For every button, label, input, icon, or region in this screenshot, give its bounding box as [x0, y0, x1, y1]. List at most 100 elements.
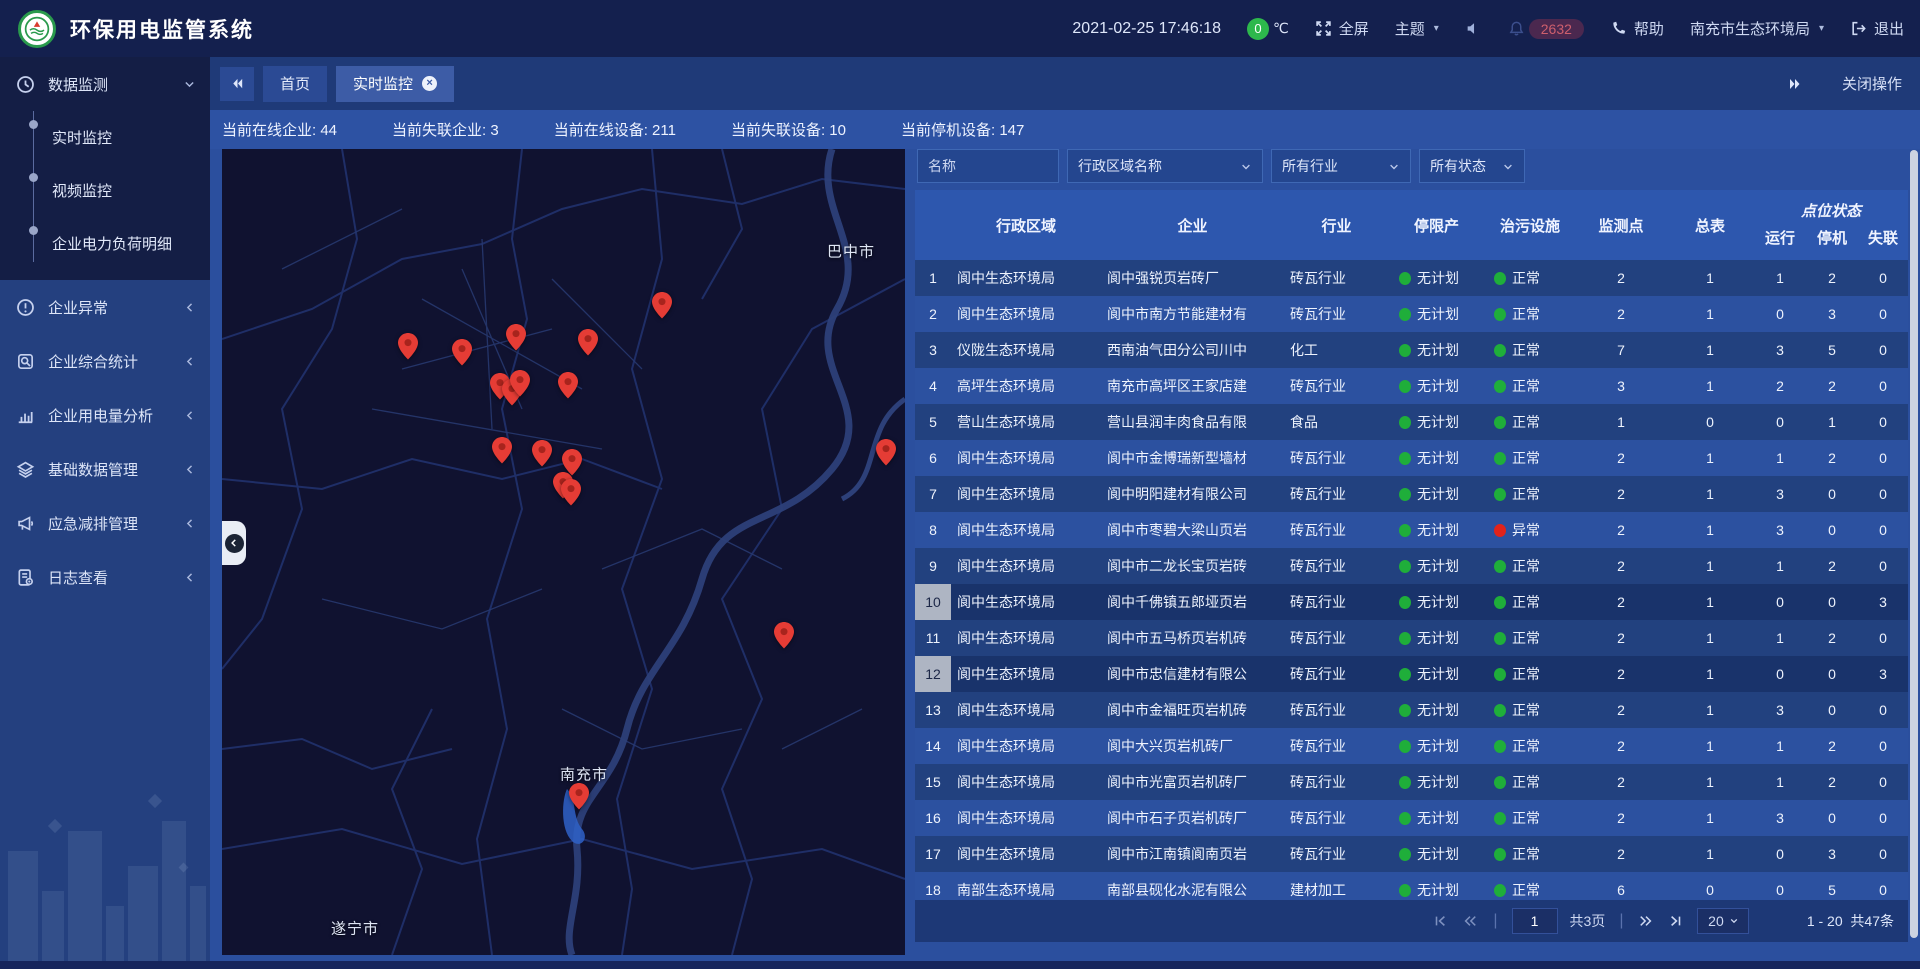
cell-region: 阆中生态环境局	[951, 304, 1101, 324]
cell-points: 2	[1576, 702, 1666, 718]
map-pin[interactable]	[532, 440, 552, 467]
map-pin[interactable]	[492, 437, 512, 464]
cell-limit-status: 无计划	[1389, 304, 1484, 324]
logout-button[interactable]: 退出	[1850, 18, 1904, 39]
sidebar-subitem[interactable]: 实时监控	[0, 111, 210, 164]
region-select[interactable]: 行政区域名称	[1067, 149, 1263, 183]
cell-facility-status: 正常	[1484, 736, 1576, 756]
sidebar-subitem[interactable]: 企业电力负荷明细	[0, 217, 210, 270]
status-dot-green	[1399, 380, 1411, 393]
table-row[interactable]: 8 阆中生态环境局 阆中市枣碧大梁山页岩 砖瓦行业 无计划 异常 2 1 3 0…	[915, 512, 1908, 548]
map-city-label: 巴中市	[827, 241, 875, 262]
table-row[interactable]: 13 阆中生态环境局 阆中市金福旺页岩机砖 砖瓦行业 无计划 正常 2 1 3 …	[915, 692, 1908, 728]
table-row[interactable]: 6 阆中生态环境局 阆中市金博瑞新型墙材 砖瓦行业 无计划 正常 2 1 1 2…	[915, 440, 1908, 476]
cell-meters: 1	[1666, 306, 1754, 322]
cell-meters: 1	[1666, 630, 1754, 646]
table-row[interactable]: 15 阆中生态环境局 阆中市光富页岩机砖厂 砖瓦行业 无计划 正常 2 1 1 …	[915, 764, 1908, 800]
table-row[interactable]: 12 阆中生态环境局 阆中市忠信建材有限公 砖瓦行业 无计划 正常 2 1 0 …	[915, 656, 1908, 692]
filter-bar: 行政区域名称 所有行业 所有状态	[917, 149, 1908, 183]
sidebar-item-company-stats[interactable]: 企业综合统计	[0, 334, 210, 388]
cell-company: 阆中强锐页岩砖厂	[1101, 268, 1284, 288]
table-row[interactable]: 7 阆中生态环境局 阆中明阳建材有限公司 砖瓦行业 无计划 正常 2 1 3 0…	[915, 476, 1908, 512]
sidebar-item-power-analysis[interactable]: 企业用电量分析	[0, 388, 210, 442]
map-pin[interactable]	[506, 324, 526, 351]
table-row[interactable]: 2 阆中生态环境局 阆中市南方节能建材有 砖瓦行业 无计划 正常 2 1 0 3…	[915, 296, 1908, 332]
sidebar-item-base-data[interactable]: 基础数据管理	[0, 442, 210, 496]
sidebar: 数据监测 实时监控视频监控企业电力负荷明细 企业异常 企业综合统计 企业用电量分…	[0, 57, 210, 969]
table-row[interactable]: 3 仪陇生态环境局 西南油气田分公司川中 化工 无计划 正常 7 1 3 5 0	[915, 332, 1908, 368]
row-index: 4	[915, 368, 951, 404]
cell-company: 阆中市五马桥页岩机砖	[1101, 628, 1284, 648]
sidebar-item-logs[interactable]: 日志查看	[0, 550, 210, 604]
sidebar-item-emergency[interactable]: 应急减排管理	[0, 496, 210, 550]
cell-points: 2	[1576, 558, 1666, 574]
prev-page-button[interactable]	[1461, 912, 1479, 930]
sidebar-subitem[interactable]: 视频监控	[0, 164, 210, 217]
map-panel[interactable]: 巴中市南充市遂宁市	[222, 149, 905, 955]
cell-industry: 砖瓦行业	[1284, 556, 1389, 576]
table-row[interactable]: 18 南部生态环境局 南部县砚化水泥有限公 建材加工 无计划 正常 6 0 0 …	[915, 872, 1908, 900]
map-city-label: 南充市	[560, 764, 608, 785]
status-select[interactable]: 所有状态	[1419, 149, 1525, 183]
status-dot-green	[1494, 344, 1506, 357]
cell-meters: 1	[1666, 846, 1754, 862]
total-pages-label: 共3页	[1570, 911, 1606, 931]
table-row[interactable]: 16 阆中生态环境局 阆中市石子页岩机砖厂 砖瓦行业 无计划 正常 2 1 3 …	[915, 800, 1908, 836]
org-dropdown[interactable]: 南充市生态环境局 ▾	[1690, 18, 1824, 39]
cell-industry: 化工	[1284, 340, 1389, 360]
map-pin[interactable]	[452, 339, 472, 366]
page-number-input[interactable]: 1	[1512, 908, 1558, 934]
status-group-header: 点位状态	[1754, 200, 1908, 221]
map-pin[interactable]	[398, 333, 418, 360]
map-pin[interactable]	[558, 372, 578, 399]
map-pin[interactable]	[774, 622, 794, 649]
first-page-button[interactable]	[1431, 912, 1449, 930]
notifications[interactable]: 2632	[1508, 19, 1584, 39]
table-row[interactable]: 11 阆中生态环境局 阆中市五马桥页岩机砖 砖瓦行业 无计划 正常 2 1 1 …	[915, 620, 1908, 656]
theme-dropdown[interactable]: 主题 ▾	[1395, 18, 1439, 39]
table-row[interactable]: 4 高坪生态环境局 南充市高坪区王家店建 砖瓦行业 无计划 正常 3 1 2 2…	[915, 368, 1908, 404]
cell-company: 南部县砚化水泥有限公	[1101, 880, 1284, 900]
last-page-button[interactable]	[1667, 912, 1685, 930]
cell-stopped: 5	[1806, 882, 1858, 898]
map-pin[interactable]	[876, 439, 896, 466]
cell-limit-status: 无计划	[1389, 880, 1484, 900]
next-page-button[interactable]	[1637, 912, 1655, 930]
map-collapse-handle[interactable]	[222, 521, 246, 565]
row-index: 18	[915, 872, 951, 900]
table-row[interactable]: 9 阆中生态环境局 阆中市二龙长宝页岩砖 砖瓦行业 无计划 正常 2 1 1 2…	[915, 548, 1908, 584]
tabs-scroll-right-button[interactable]	[1778, 67, 1812, 101]
vertical-scrollbar[interactable]	[1910, 150, 1918, 938]
table-row[interactable]: 1 阆中生态环境局 阆中强锐页岩砖厂 砖瓦行业 无计划 正常 2 1 1 2 0	[915, 260, 1908, 296]
page-size-select[interactable]: 20	[1697, 908, 1749, 934]
close-operations-button[interactable]: 关闭操作	[1842, 73, 1902, 94]
map-pin[interactable]	[561, 479, 581, 506]
table-row[interactable]: 17 阆中生态环境局 阆中市江南镇阆南页岩 砖瓦行业 无计划 正常 2 1 0 …	[915, 836, 1908, 872]
chevron-down-icon	[1502, 160, 1514, 172]
map-pin[interactable]	[578, 329, 598, 356]
stat-item: 当前失联设备: 10	[731, 119, 846, 140]
sidebar-item-data-monitor[interactable]: 数据监测	[0, 57, 210, 111]
window-bottom-edge	[0, 961, 1920, 969]
industry-select[interactable]: 所有行业	[1271, 149, 1411, 183]
tabs-scroll-left-button[interactable]	[220, 67, 254, 101]
table-row[interactable]: 5 营山生态环境局 营山县润丰肉食品有限 食品 无计划 正常 1 0 0 1 0	[915, 404, 1908, 440]
table-row[interactable]: 10 阆中生态环境局 阆中千佛镇五郎垭页岩 砖瓦行业 无计划 正常 2 1 0 …	[915, 584, 1908, 620]
pagination-bar: | 1 共3页 | 20	[915, 900, 1908, 942]
sidebar-decoration	[0, 791, 210, 961]
tab-首页[interactable]: 首页	[263, 66, 327, 102]
fullscreen-button[interactable]: 全屏	[1315, 18, 1369, 39]
help-button[interactable]: 帮助	[1610, 18, 1664, 39]
map-pin[interactable]	[510, 370, 530, 397]
tab-实时监控[interactable]: 实时监控×	[336, 66, 454, 102]
table-row[interactable]: 14 阆中生态环境局 阆中大兴页岩机砖厂 砖瓦行业 无计划 正常 2 1 1 2…	[915, 728, 1908, 764]
cell-industry: 砖瓦行业	[1284, 592, 1389, 612]
sidebar-item-company-abnormal[interactable]: 企业异常	[0, 280, 210, 334]
row-index: 15	[915, 764, 951, 800]
map-pin[interactable]	[569, 783, 589, 810]
cell-running: 0	[1754, 414, 1806, 430]
map-pin[interactable]	[652, 292, 672, 319]
name-search-input[interactable]	[917, 149, 1059, 183]
close-icon[interactable]: ×	[422, 76, 437, 91]
mute-button[interactable]	[1465, 20, 1482, 37]
